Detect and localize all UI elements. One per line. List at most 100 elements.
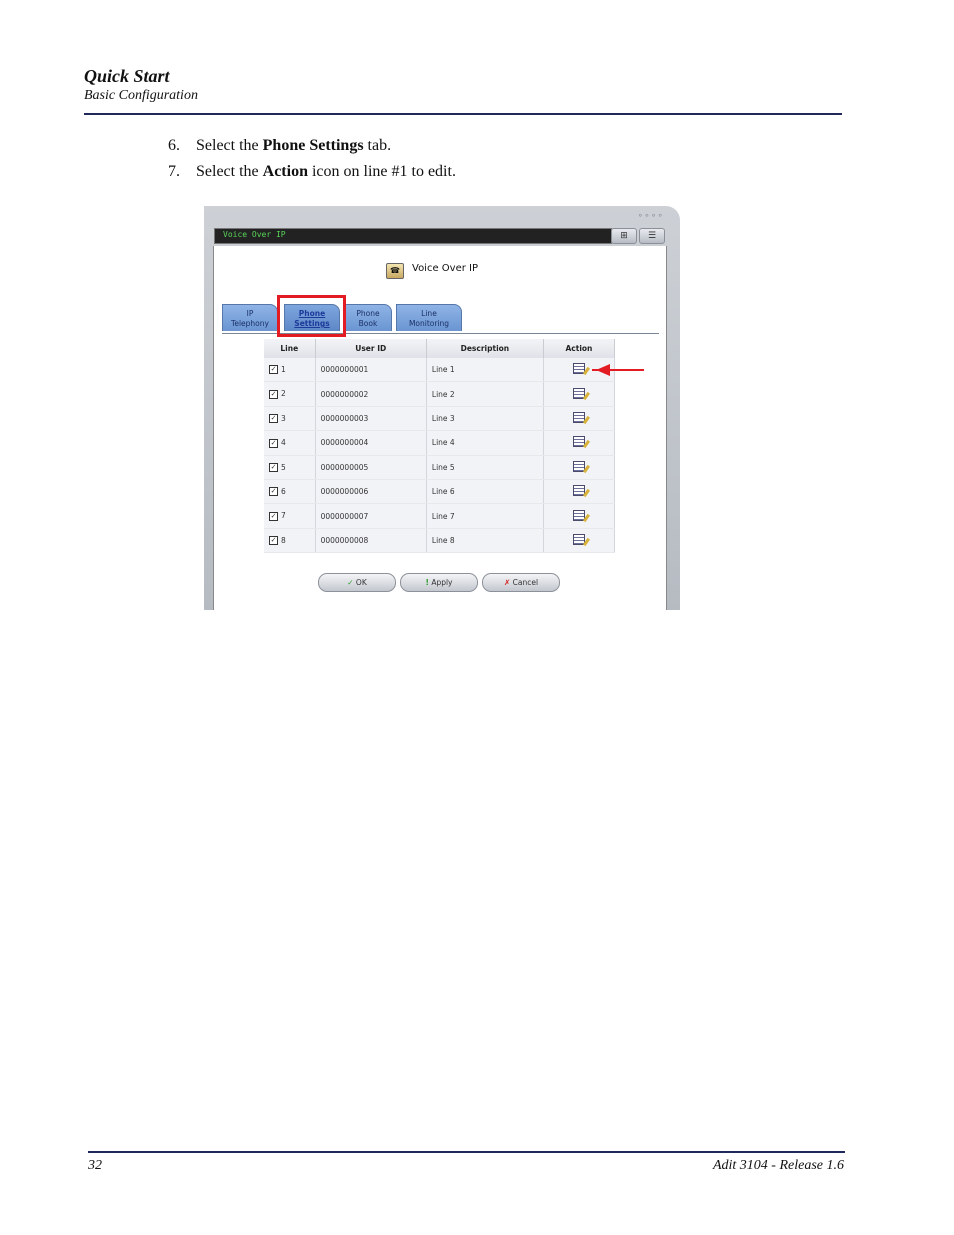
edit-icon[interactable]	[572, 485, 585, 497]
col-description: Description	[426, 339, 544, 358]
step-number: 7.	[168, 163, 180, 180]
x-icon: ✗	[503, 578, 511, 587]
table-row: ✓ 1 0000000001 Line 1	[264, 358, 616, 383]
check-icon: ✓	[347, 578, 354, 587]
tab-label-1: Phone	[356, 309, 380, 318]
tab-label-2: Telephony	[231, 319, 269, 328]
app-title: Voice Over IP	[412, 263, 479, 274]
description-cell: Line 3	[426, 406, 544, 432]
ok-label: OK	[355, 578, 367, 587]
col-action: Action	[543, 339, 616, 358]
action-cell	[543, 503, 616, 529]
col-user-id: User ID	[315, 339, 427, 358]
table-row: ✓ 4 0000000004 Line 4	[264, 430, 616, 456]
action-cell	[543, 381, 616, 407]
step-text-pre: Select the	[196, 137, 263, 154]
section-title: Quick Start	[84, 66, 170, 86]
phone-icon: ☎	[386, 263, 404, 279]
user-id-cell: 0000000007	[315, 503, 427, 529]
line-number: 4	[281, 438, 286, 448]
tab-line-monitoring[interactable]: Line Monitoring	[396, 304, 462, 331]
step-7: 7. Select the Action icon on line #1 to e…	[168, 163, 456, 181]
apply-label: Apply	[431, 578, 453, 587]
tab-label-1: IP	[246, 309, 254, 318]
line-number: 1	[281, 364, 286, 374]
line-checkbox[interactable]: ✓	[269, 463, 278, 472]
edit-icon[interactable]	[572, 363, 585, 375]
user-id-cell: 0000000006	[315, 479, 427, 505]
edit-icon[interactable]	[572, 387, 585, 399]
lines-table: Line User ID Description Action ✓ 1 000000…	[264, 339, 616, 554]
table-row: ✓ 8 0000000008 Line 8	[264, 528, 616, 554]
table-row: ✓ 6 0000000006 Line 6	[264, 479, 616, 505]
edit-icon[interactable]	[572, 411, 585, 423]
tab-label-2: Monitoring	[408, 319, 450, 328]
table-row: ✓ 3 0000000003 Line 3	[264, 406, 616, 432]
footer-rule	[88, 1151, 845, 1153]
step-text-pre: Select the	[196, 163, 263, 180]
description-cell: Line 6	[426, 479, 544, 505]
line-number: 5	[281, 462, 286, 472]
action-cell	[543, 528, 616, 554]
step-6: 6. Select the Phone Settings tab.	[168, 137, 391, 155]
line-cell: ✓ 3	[264, 406, 316, 432]
tab-label-2: Book	[358, 319, 378, 328]
arrow-icon	[592, 369, 644, 371]
description-cell: Line 8	[426, 528, 544, 554]
line-checkbox[interactable]: ✓	[269, 536, 278, 546]
line-cell: ✓ 7	[264, 503, 316, 529]
line-checkbox[interactable]: ✓	[269, 487, 278, 497]
edit-icon[interactable]	[572, 460, 585, 472]
table-row: ✓ 5 0000000005 Line 5	[264, 455, 616, 480]
user-id-cell: 0000000008	[315, 528, 427, 554]
tab-phone-book[interactable]: Phone Book	[344, 304, 392, 331]
exclamation-icon: !	[425, 578, 429, 587]
step-text-bold: Phone Settings	[262, 137, 364, 154]
page-number: 32	[88, 1158, 102, 1173]
table-row: ✓ 7 0000000007 Line 7	[264, 503, 616, 529]
section-subtitle: Basic Configuration	[84, 88, 198, 103]
edit-icon[interactable]	[572, 436, 585, 448]
step-text-post: tab.	[363, 137, 392, 154]
step-number: 6.	[168, 137, 180, 154]
description-cell: Line 5	[426, 455, 544, 480]
network-icon[interactable]: ⊞	[611, 228, 637, 244]
line-cell: ✓ 6	[264, 479, 316, 505]
action-cell	[543, 430, 616, 456]
tab-label-1: Line	[421, 309, 437, 318]
edit-icon[interactable]	[572, 533, 585, 545]
window-content: ☎ Voice Over IP IP Telephony Phone Setti…	[213, 246, 667, 610]
cancel-label: Cancel	[512, 578, 539, 587]
user-id-cell: 0000000003	[315, 406, 427, 432]
line-number: 3	[281, 413, 286, 423]
line-checkbox[interactable]: ✓	[269, 365, 278, 375]
ok-button[interactable]: ✓ OK	[318, 573, 396, 592]
apply-button[interactable]: ! Apply	[400, 573, 478, 592]
line-number: 2	[281, 389, 286, 399]
line-cell: ✓ 4	[264, 430, 316, 456]
user-id-cell: 0000000002	[315, 381, 427, 407]
user-id-cell: 0000000001	[315, 358, 427, 383]
menu-icon[interactable]: ☰	[639, 228, 665, 244]
tab-ip-telephony[interactable]: IP Telephony	[222, 304, 278, 331]
line-checkbox[interactable]: ✓	[269, 511, 278, 521]
line-checkbox[interactable]: ✓	[269, 389, 278, 399]
line-number: 6	[281, 486, 286, 496]
user-id-cell: 0000000005	[315, 455, 427, 480]
col-line: Line	[264, 339, 316, 358]
cancel-button[interactable]: ✗ Cancel	[482, 573, 560, 592]
user-id-cell: 0000000004	[315, 430, 427, 456]
edit-icon[interactable]	[572, 509, 585, 521]
window-title: Voice Over IP	[223, 230, 286, 239]
line-cell: ✓ 2	[264, 381, 316, 407]
line-cell: ✓ 8	[264, 528, 316, 554]
action-cell	[543, 406, 616, 432]
description-cell: Line 2	[426, 381, 544, 407]
line-checkbox[interactable]: ✓	[269, 438, 278, 448]
description-cell: Line 1	[426, 358, 544, 383]
description-cell: Line 4	[426, 430, 544, 456]
table-row: ✓ 2 0000000002 Line 2	[264, 381, 616, 407]
window-titlebar: Voice Over IP	[214, 228, 612, 244]
line-checkbox[interactable]: ✓	[269, 414, 278, 424]
table-header-row: Line User ID Description Action	[264, 339, 616, 358]
